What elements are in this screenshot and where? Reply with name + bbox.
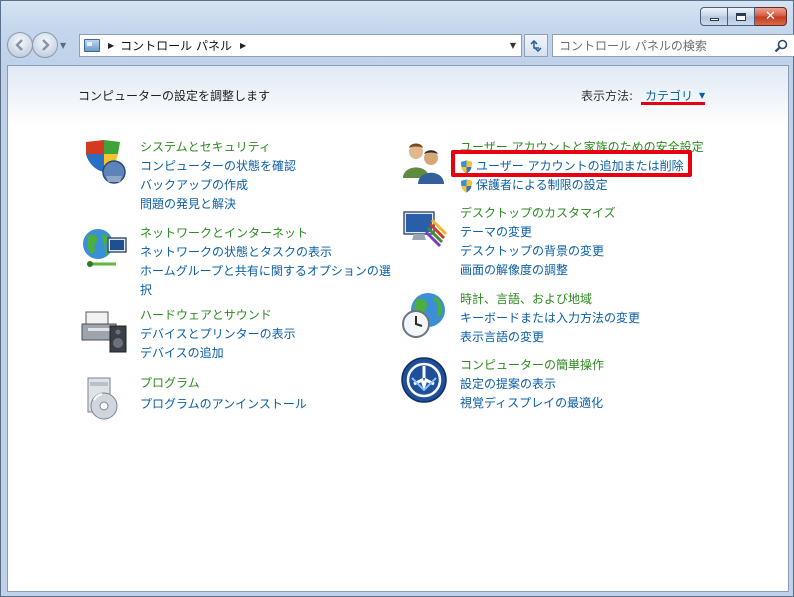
breadcrumb-control-panel[interactable]: コントロール パネル	[120, 37, 232, 54]
link-suggested-settings[interactable]: 設定の提案の表示	[460, 375, 720, 394]
breadcrumb-separator-icon[interactable]: ▶	[108, 41, 114, 50]
category-links: プログラム プログラムのアンインストール	[140, 374, 400, 414]
search-input[interactable]	[559, 38, 769, 53]
address-dropdown-icon[interactable]: ▼	[510, 41, 516, 50]
category-links: ネットワークとインターネット ネットワークの状態とタスクの表示 ホームグループと…	[140, 224, 400, 300]
link-optimize-visual-display[interactable]: 視覚ディスプレイの最適化	[460, 394, 720, 413]
category-title[interactable]: ネットワークとインターネット	[140, 224, 400, 243]
link-devices-printers[interactable]: デバイスとプリンターの表示	[140, 325, 400, 344]
annotation-highlight-box	[451, 150, 692, 177]
link-network-status[interactable]: ネットワークの状態とタスクの表示	[140, 243, 400, 262]
link-add-device[interactable]: デバイスの追加	[140, 344, 400, 363]
link-parental-controls-label[interactable]: 保護者による制限の設定	[476, 176, 608, 195]
caption-buttons: ✕	[700, 7, 787, 26]
page-heading: コンピューターの設定を調整します	[78, 89, 271, 103]
link-adjust-resolution[interactable]: 画面の解像度の調整	[460, 261, 720, 280]
content-area: コンピューターの設定を調整します 表示方法: カテゴリ ▼ システムとセキュリテ…	[7, 65, 789, 592]
minimize-button[interactable]	[700, 7, 728, 26]
nav-arrows: ▼	[7, 32, 66, 58]
category-links: ハードウェアとサウンド デバイスとプリンターの表示 デバイスの追加	[140, 306, 400, 363]
back-button[interactable]	[7, 32, 33, 58]
close-icon: ✕	[765, 9, 776, 24]
search-box[interactable]	[552, 34, 794, 57]
system-security-icon[interactable]	[80, 138, 128, 186]
address-bar[interactable]: ▶ コントロール パネル ▶ ▼	[79, 34, 522, 57]
hardware-sound-icon[interactable]	[80, 306, 128, 354]
forward-button[interactable]	[32, 32, 58, 58]
programs-icon[interactable]	[80, 374, 128, 422]
link-check-status[interactable]: コンピューターの状態を確認	[140, 157, 400, 176]
link-change-theme[interactable]: テーマの変更	[460, 223, 720, 242]
category-links: コンピューターの簡単操作 設定の提案の表示 視覚ディスプレイの最適化	[460, 356, 720, 413]
recent-pages-dropdown[interactable]: ▼	[60, 41, 66, 50]
refresh-icon	[530, 39, 542, 52]
chevron-down-icon[interactable]: ▼	[699, 91, 705, 100]
link-change-keyboard[interactable]: キーボードまたは入力方法の変更	[460, 309, 720, 328]
maximize-button[interactable]	[728, 7, 755, 26]
close-button[interactable]: ✕	[755, 7, 787, 26]
uac-shield-icon	[461, 179, 472, 192]
annotation-underline	[641, 102, 705, 105]
network-internet-icon[interactable]	[80, 224, 128, 272]
category-title[interactable]: コンピューターの簡単操作	[460, 356, 720, 375]
minimize-icon	[709, 18, 719, 21]
refresh-button[interactable]	[524, 34, 548, 57]
forward-arrow-icon	[42, 39, 50, 51]
link-troubleshoot[interactable]: 問題の発見と解決	[140, 195, 400, 214]
link-change-display-language[interactable]: 表示言語の変更	[460, 328, 720, 347]
back-arrow-icon	[15, 39, 23, 51]
link-uninstall-program[interactable]: プログラムのアンインストール	[140, 395, 400, 414]
category-title[interactable]: ハードウェアとサウンド	[140, 306, 400, 325]
search-icon[interactable]	[774, 39, 788, 53]
category-links: 時計、言語、および地域 キーボードまたは入力方法の変更 表示言語の変更	[460, 290, 720, 347]
view-by-label: 表示方法:	[581, 89, 634, 103]
category-links: デスクトップのカスタマイズ テーマの変更 デスクトップの背景の変更 画面の解像度…	[460, 204, 720, 280]
link-homegroup[interactable]: ホームグループと共有に関するオプションの選択	[140, 262, 400, 300]
control-panel-window: ✕ ▼ ▶ コントロール パネル ▶ ▼ コントロール パネルの検索 コンピュー…	[0, 0, 794, 597]
ease-of-access-icon[interactable]	[400, 356, 448, 404]
category-title[interactable]: 時計、言語、および地域	[460, 290, 720, 309]
category-title[interactable]: デスクトップのカスタマイズ	[460, 204, 720, 223]
link-change-background[interactable]: デスクトップの背景の変更	[460, 242, 720, 261]
maximize-icon	[736, 12, 746, 21]
link-backup[interactable]: バックアップの作成	[140, 176, 400, 195]
category-title[interactable]: プログラム	[140, 374, 400, 393]
user-accounts-icon[interactable]	[400, 138, 448, 186]
category-title[interactable]: システムとセキュリティ	[140, 138, 400, 157]
clock-region-icon[interactable]	[400, 290, 448, 338]
breadcrumb-separator-icon[interactable]: ▶	[240, 41, 246, 50]
control-panel-icon	[84, 39, 100, 52]
navigation-bar: ▼ ▶ コントロール パネル ▶ ▼	[7, 32, 794, 60]
appearance-icon[interactable]	[400, 204, 448, 252]
category-links: システムとセキュリティ コンピューターの状態を確認 バックアップの作成 問題の発…	[140, 138, 400, 214]
link-parental-controls[interactable]: 保護者による制限の設定	[460, 176, 720, 195]
